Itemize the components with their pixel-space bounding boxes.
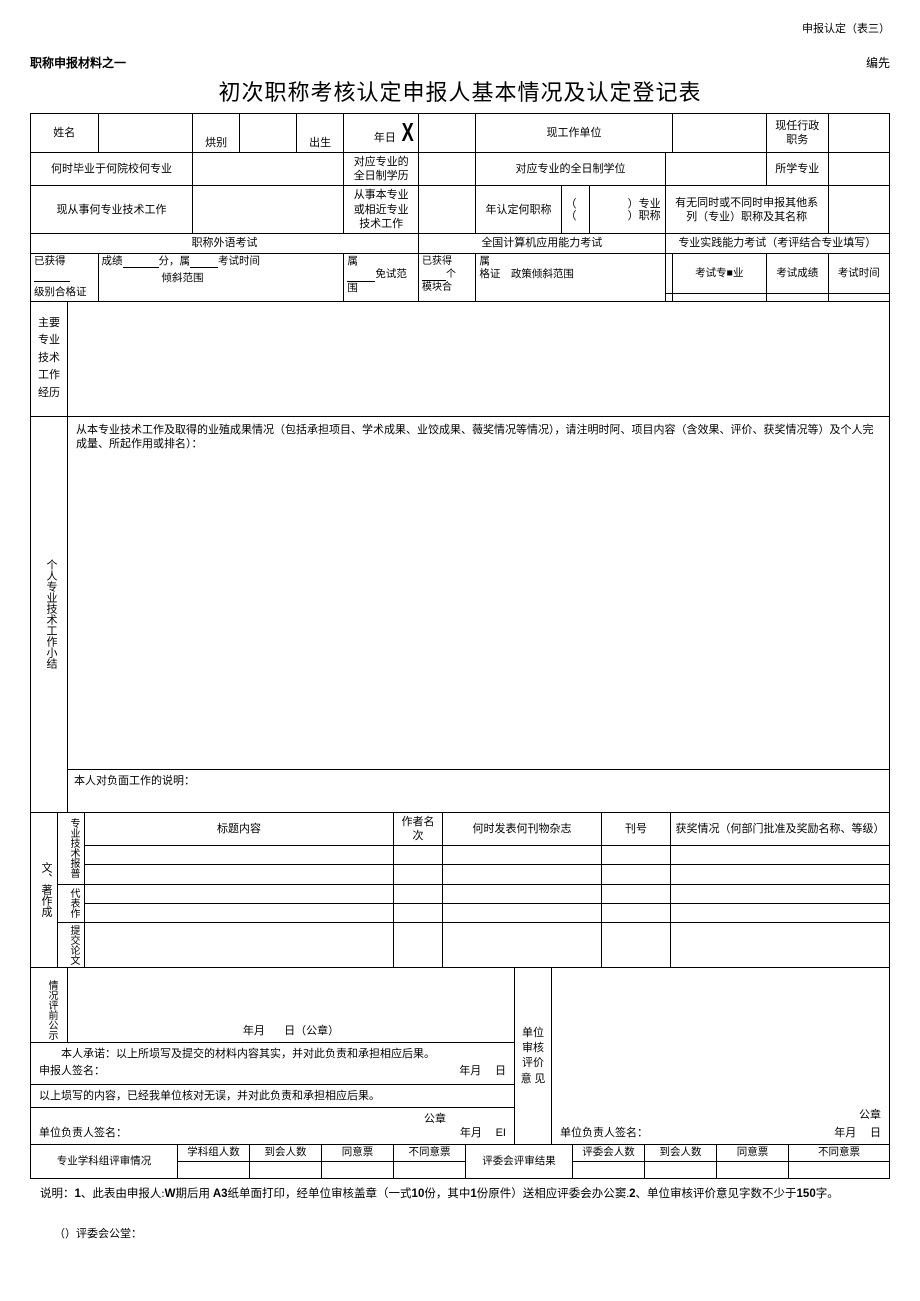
h-award: 获奖情况（何部门批准及奖励名称、等级） [671, 813, 890, 846]
label-summary: 个人专业技术工作小结 [31, 417, 68, 813]
label-subj: 考试专■业 [672, 253, 766, 294]
label-other: 有无同时或不同时申报其他系列（专业）职称及其名称 [665, 186, 828, 234]
bracket-close: ）专业）职称 [589, 186, 665, 234]
label-score2: 考试成绩 [767, 253, 829, 294]
material-label: 职称申报材料之一 [30, 54, 126, 71]
label-lang-exam: 职称外语考试 [31, 234, 419, 253]
unit-check-text: 以上埙写的内容，已经我单位核对无误，并对此负责和承担相应后果。 [39, 1089, 506, 1103]
f4[interactable] [828, 294, 889, 301]
field-publicity[interactable]: 年月 日（公章） [68, 968, 515, 1043]
label-grad: 何时毕业于何院校何专业 [31, 152, 193, 186]
label-unit: 现工作单位 [476, 114, 672, 153]
cell-cert-policy[interactable]: 属 格证 政策倾斜范围 [476, 253, 665, 301]
negative-label: 本人对负面工作的说明： [74, 775, 195, 787]
label-pub-submit: 提交论文 [58, 923, 85, 968]
cell-got-level[interactable]: 已获得 级别合格证 [31, 253, 99, 301]
label-now: 现从事何专业技术工作 [31, 186, 193, 234]
label-name: 姓名 [31, 114, 99, 153]
label-date: 年日 [374, 132, 396, 144]
field-edu[interactable] [419, 152, 476, 186]
label-edu: 对应专业的全日制学历 [344, 152, 419, 186]
field-name[interactable] [98, 114, 192, 153]
field-major[interactable] [828, 152, 889, 186]
summary-intro-text: 从本专业技术工作及取得的业殖成果情况（包括承担项目、学术成果、业饺成果、薇奖情况… [76, 424, 874, 450]
field-post[interactable] [828, 114, 889, 153]
label-time2: 考试时间 [828, 253, 889, 294]
h-group-count: 学科组人数 [178, 1145, 250, 1161]
h-disagree2: 不同意票 [789, 1145, 890, 1161]
h-disagree: 不同意票 [394, 1145, 466, 1161]
label-committee-result: 评委会评审结果 [466, 1145, 573, 1178]
x-mark: X [401, 116, 413, 150]
label-major: 所学专业 [767, 152, 829, 186]
field-sex[interactable] [240, 114, 296, 153]
field-deg[interactable] [665, 152, 766, 186]
cell-score-field[interactable]: 成绩分，属考试时间 倾斜范围 [98, 253, 344, 301]
label-pub-report: 专业技术报普 [58, 813, 85, 885]
field-unit[interactable] [672, 114, 766, 153]
f2[interactable] [672, 294, 766, 301]
h-author: 作者名次 [394, 813, 443, 846]
field-birth[interactable] [419, 114, 476, 153]
field-same[interactable] [419, 186, 476, 234]
label-birth: 出生 [296, 114, 344, 153]
h-agree2: 同意票 [717, 1145, 789, 1161]
field-summary-intro[interactable]: 从本专业技术工作及取得的业殖成果情况（包括承担项目、学术成果、业饺成果、薇奖情况… [68, 417, 890, 770]
field-unit-review[interactable]: 公章 单位负责人签名： 年月 日 [552, 968, 890, 1145]
label-pub-rep: 代表作 [58, 884, 85, 923]
h-attend: 到会人数 [250, 1145, 322, 1161]
field-negative[interactable]: 本人对负面工作的说明： [68, 769, 890, 812]
f3[interactable] [767, 294, 829, 301]
cell-module[interactable]: 已获得个 模块合 [419, 253, 476, 301]
label-pub-outer: 文、著作成 [31, 813, 58, 968]
field-prac-blank[interactable] [665, 253, 672, 294]
field-work-history[interactable] [68, 302, 890, 417]
h-title: 标题内容 [85, 813, 394, 846]
label-year: 年认定何职称 [476, 186, 561, 234]
pub-r2c1[interactable] [85, 865, 394, 884]
promise-text: 本人承诺：以上所埙写及提交的材料内容其实，并对此负责和承担相应后果。 [39, 1047, 506, 1061]
h-journal: 刊号 [602, 813, 671, 846]
label-work-history: 主要专业技术工作经历 [31, 302, 68, 417]
cell-belong-exempt[interactable]: 属 免试范围 [344, 253, 419, 301]
label-same: 从事本专业或相近专业技术工作 [344, 186, 419, 234]
serial-label: 编先 [866, 54, 890, 71]
h-pub: 何时发表何刊物杂志 [443, 813, 602, 846]
cell-unit-sign[interactable]: 公章 单位负责人签名： 年月 EI [31, 1107, 515, 1145]
label-comp-exam: 全国计算机应用能力考试 [419, 234, 666, 253]
note-text: 说明：1、此表由申报人:W期后用 A3纸单面打印，经单位审核盖章（一式10份，其… [30, 1185, 890, 1201]
pub-r1c1[interactable] [85, 846, 394, 865]
label-post: 现任行政职务 [767, 114, 829, 153]
field-now[interactable] [192, 186, 343, 234]
field-grad[interactable] [192, 152, 343, 186]
f1[interactable] [665, 294, 672, 301]
h-agree: 同意票 [322, 1145, 394, 1161]
label-unit-review: 单位审核评价意 见 [515, 968, 552, 1145]
form-code: 申报认定（表三） [30, 20, 890, 36]
cell-unit-check[interactable]: 以上埙写的内容，已经我单位核对无误，并对此负责和承担相应后果。 [31, 1084, 515, 1107]
label-prac-exam: 专业实践能力考试（考评结合专业填写） [665, 234, 889, 253]
field-other[interactable] [828, 186, 889, 234]
label-sex: 烘别 [192, 114, 240, 153]
footer-text: （）评委会公堂： [30, 1225, 890, 1241]
h-attend2: 到会人数 [645, 1145, 717, 1161]
label-publicity: 情况评前公示 [31, 968, 68, 1043]
label-group-review: 专业学科组评审情况 [31, 1145, 178, 1178]
page-title: 初次职称考核认定申报人基本情况及认定登记表 [30, 75, 890, 107]
h-comm-count: 评委会人数 [573, 1145, 645, 1161]
main-table: 姓名 烘别 出生 年日 X 现工作单位 现任行政职务 何时毕业于何院校何专业 对… [30, 113, 890, 302]
bracket-open: （（ [561, 186, 589, 234]
label-deg: 对应专业的全日制学位 [476, 152, 665, 186]
cell-promise[interactable]: 本人承诺：以上所埙写及提交的材料内容其实，并对此负责和承担相应后果。 申报人签名… [31, 1043, 515, 1084]
